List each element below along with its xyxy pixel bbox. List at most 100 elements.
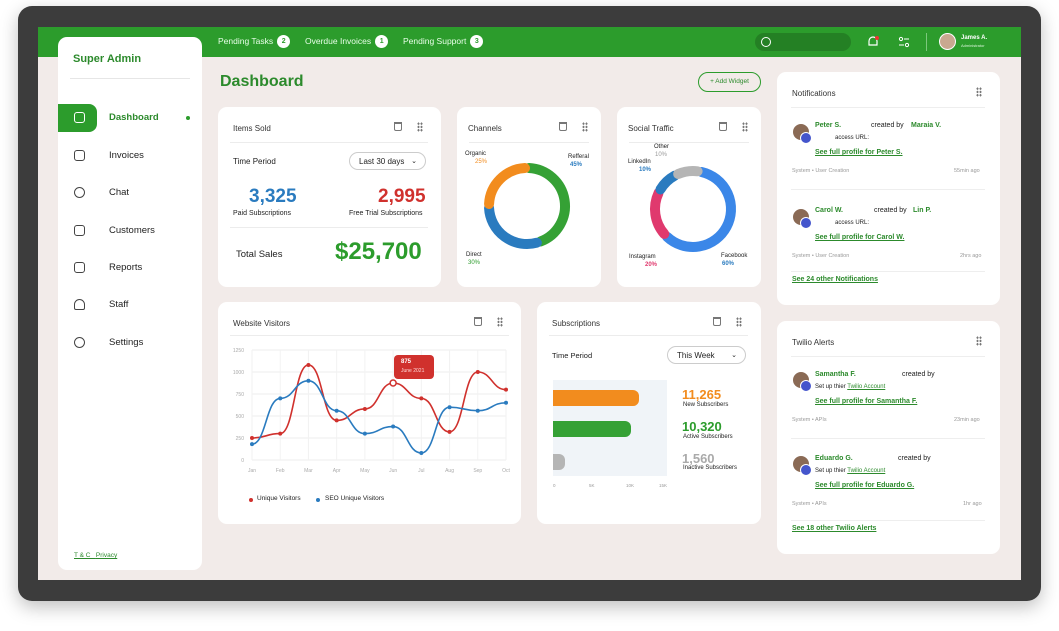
drag-handle-icon[interactable] [742,122,748,132]
terms-link[interactable]: T & C [74,552,91,559]
data-point[interactable] [504,400,508,405]
time-period-select[interactable]: This Week ⌄ [667,346,746,364]
drag-handle-icon[interactable] [497,317,503,327]
highlighted-point[interactable] [389,379,397,387]
facebook-label: Facebook [721,253,748,259]
sidebar-item-customers[interactable]: Customers [58,217,202,245]
data-point[interactable] [419,450,424,455]
data-point[interactable] [447,405,452,410]
x-tick: 5K [589,483,595,488]
pill-label: Pending Support [403,35,467,46]
drag-handle-icon[interactable] [417,122,423,132]
see-all-twilio-alerts-link[interactable]: See 18 other Twilio Alerts [792,525,876,532]
data-point[interactable] [306,362,311,367]
drag-handle-icon[interactable] [736,317,742,327]
chevron-down-icon: ⌄ [411,158,417,165]
folder-icon [74,150,85,161]
sidebar-item-chat[interactable]: Chat [58,179,202,207]
data-point[interactable] [391,424,396,429]
drag-handle-icon[interactable] [976,336,982,346]
active-subscribers-label: Active Subscribers [683,434,733,440]
website-visitors-line-chart: 0 250 500 750 1000 1250 Jan Feb Mar Apr May Jun Jul A… [233,348,511,474]
notification-name[interactable]: Carol W. [815,207,843,214]
total-sales-value: $25,700 [335,238,422,265]
total-sales-label: Total Sales [236,249,283,260]
trash-icon[interactable] [559,122,567,131]
trial-subscriptions-value: 2,995 [378,186,426,207]
data-point[interactable] [504,387,508,392]
data-point[interactable] [475,370,480,374]
instagram-label: Instagram [629,254,656,260]
data-point[interactable] [334,418,339,423]
sidebar-item-label: Invoices [109,150,144,161]
see-all-notifications-link[interactable]: See 24 other Notifications [792,276,878,283]
avatar[interactable] [939,33,956,50]
new-subscribers-value: 11,265 [682,387,722,402]
data-point[interactable] [250,442,254,447]
bar-chart-area [553,380,667,476]
data-point[interactable] [334,408,339,413]
sidebar-item-staff[interactable]: Staff [58,291,202,319]
alert-verb: created by [902,371,935,378]
x-tick-label: Apr [333,468,341,474]
sidebar-item-dashboard[interactable]: Dashboard [58,104,202,132]
drag-handle-icon[interactable] [582,122,588,132]
trash-icon[interactable] [719,122,727,131]
notification-by[interactable]: Lin P. [913,207,931,214]
sidebar: Super Admin Dashboard Invoices Chat Cust… [58,37,202,570]
divider [791,189,985,190]
data-point[interactable] [278,396,283,401]
donut-slice-instagram [650,187,670,239]
time-period-label: Time Period [233,157,276,166]
inactive-subscribers-value: 1,560 [682,451,715,466]
data-point[interactable] [278,431,283,436]
app-screen: Pending Tasks 2 Overdue Invoices 1 Pending… [38,27,1021,580]
trash-icon[interactable] [394,122,402,131]
notification-profile-link[interactable]: See full profile for Carol W. [815,234,904,241]
alert-name[interactable]: Samantha F. [815,371,856,378]
data-point[interactable] [250,436,254,440]
linkedin-pct: 10% [639,167,652,173]
data-point[interactable] [362,406,367,411]
pending-tasks-pill[interactable]: Pending Tasks 2 [218,35,291,48]
alert-verb: created by [898,455,931,462]
data-point[interactable] [447,429,452,434]
legend-marker-seo [316,498,320,502]
sidebar-item-invoices[interactable]: Invoices [58,142,202,170]
notification-name[interactable]: Peter S. [815,122,841,129]
direct-label: Direct [466,252,482,258]
card-title: Website Visitors [233,319,291,328]
trash-icon[interactable] [713,317,721,326]
time-period-select[interactable]: Last 30 days ⌄ [349,152,426,170]
notification-meta: System • User Creation [792,168,850,174]
data-point[interactable] [475,408,480,413]
notification-time: 2hrs ago [960,253,982,259]
trash-icon[interactable] [474,317,482,326]
privacy-link[interactable]: Privacy [96,552,117,559]
sidebar-item-reports[interactable]: Reports [58,254,202,282]
active-subscribers-bar [553,421,632,437]
twilio-account-link[interactable]: Twilio Account [847,468,885,474]
x-tick-label: Oct [502,468,510,474]
footer-links: T & C Privacy [74,552,117,559]
filter-icon[interactable] [898,36,910,48]
data-point[interactable] [419,396,424,401]
data-point[interactable] [362,431,367,436]
sidebar-item-settings[interactable]: Settings [58,329,202,357]
notification-profile-link[interactable]: See full profile for Peter S. [815,149,903,156]
data-point[interactable] [306,378,311,383]
search-input[interactable] [755,33,851,51]
drag-handle-icon[interactable] [976,87,982,97]
add-widget-button[interactable]: + Add Widget [698,72,761,92]
bell-icon[interactable] [866,35,880,49]
alert-profile-link[interactable]: See full profile for Samantha F. [815,398,917,405]
notification-by[interactable]: Maraia V. [911,122,941,129]
x-tick-label: Sep [473,468,482,474]
overdue-invoices-pill[interactable]: Overdue Invoices 1 [305,35,389,48]
pending-support-pill[interactable]: Pending Support 3 [403,35,484,48]
alert-profile-link[interactable]: See full profile for Eduardo G. [815,482,914,489]
select-value: Last 30 days [359,157,405,166]
tooltip-value: 875 [401,359,412,365]
alert-name[interactable]: Eduardo G. [815,455,853,462]
twilio-account-link[interactable]: Twilio Account [847,384,885,390]
